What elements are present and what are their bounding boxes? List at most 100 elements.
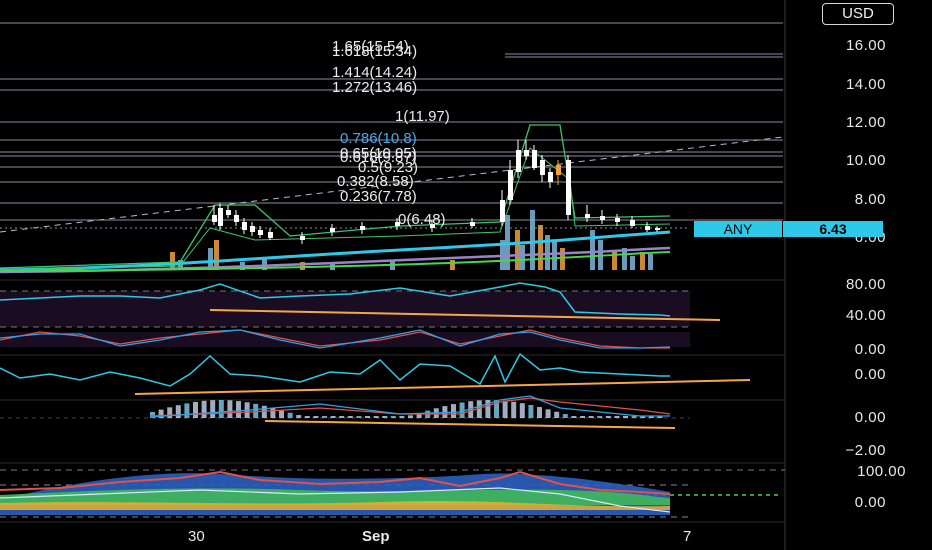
macd-hist-bar: [210, 400, 216, 418]
macd-hist-bar: [193, 401, 198, 418]
macd-hist-bar: [373, 416, 379, 418]
rsi-tick: 80.00: [845, 276, 886, 293]
macd-hist-bar: [313, 416, 319, 418]
macd-hist-bar: [605, 416, 611, 418]
macd-hist-bar: [167, 407, 173, 418]
candle-body: [234, 215, 239, 222]
macd-hist-bar: [631, 416, 637, 418]
momentum-line: [0, 352, 670, 387]
candle-body: [524, 150, 529, 156]
osc-tick: 0.00: [854, 494, 886, 511]
candle-body: [532, 150, 537, 168]
volume-bar: [552, 242, 557, 270]
candle-body: [330, 228, 335, 232]
macd-hist-bar: [175, 405, 181, 418]
volume-bar: [590, 230, 595, 270]
divergence-line: [264, 420, 676, 429]
macd-hist-bar: [201, 400, 207, 418]
candle-body: [508, 170, 513, 200]
candle-body: [300, 236, 305, 240]
volume-bar: [538, 225, 543, 270]
macd-hist-bar: [184, 403, 190, 418]
price-tick: 14.00: [845, 76, 886, 93]
candle-body: [500, 200, 505, 222]
candle-body: [655, 228, 660, 230]
stoch-tick: 0.00: [854, 341, 886, 358]
candle-body: [540, 160, 545, 175]
candle-body: [600, 216, 605, 220]
candle-body: [566, 160, 571, 215]
candle-body: [470, 222, 475, 226]
time-tick: 30: [188, 528, 205, 545]
macd-hist-bar: [218, 400, 224, 418]
candle-body: [360, 226, 365, 230]
volume-bar: [530, 210, 535, 270]
time-tick: Sep: [362, 528, 390, 545]
macd-hist-bar: [537, 407, 542, 418]
candle-body: [645, 226, 650, 230]
chart-window: USD 16.00 14.00 12.00 10.00 8.00 6.00 AN…: [0, 0, 932, 550]
volume-bar: [630, 256, 635, 270]
macd-hist-bar: [614, 416, 620, 418]
candle-body: [585, 214, 590, 218]
macd-hist-bar: [296, 415, 302, 418]
macd-hist-bar: [554, 411, 560, 418]
candle-body: [615, 218, 620, 222]
volume-bar: [640, 252, 645, 270]
macd-hist-bar: [382, 416, 388, 418]
volume-bar: [450, 260, 455, 270]
macd-hist-bar: [356, 416, 362, 418]
macd-hist-bar: [597, 416, 603, 418]
macd-hist-bar: [287, 412, 293, 418]
macd-hist-bar: [304, 416, 310, 418]
price-tick: 10.00: [845, 152, 886, 169]
price-tick: 16.00: [845, 37, 886, 54]
macd-hist-bar: [588, 416, 594, 418]
fib-label: 0(6.48): [398, 211, 446, 228]
macd-hist-bar: [399, 416, 405, 418]
price-tick: 8.00: [854, 191, 886, 208]
volume-bar: [520, 245, 525, 270]
candle-body: [218, 208, 223, 226]
macd-hist-bar: [519, 403, 525, 418]
macd-hist-bar: [580, 416, 585, 418]
macd-hist-bar: [279, 410, 284, 418]
volume-bar: [560, 248, 565, 270]
macd-hist-bar: [270, 407, 276, 418]
volume-bar: [170, 252, 175, 270]
macd-hist-bar: [227, 400, 233, 418]
divergence-line: [134, 379, 751, 395]
candle-body: [556, 165, 561, 175]
candle-body: [516, 150, 521, 172]
macd-hist-bar: [562, 414, 568, 418]
candle-body: [212, 215, 217, 222]
currency-button[interactable]: USD: [822, 3, 894, 25]
rsi-tick: 40.00: [845, 307, 886, 324]
macd-hist-bar: [528, 404, 534, 418]
candle-body: [268, 232, 273, 238]
volume-bar: [515, 230, 520, 270]
time-tick: 7: [683, 528, 692, 545]
macd-hist-bar: [571, 416, 577, 418]
candle-body: [630, 220, 635, 226]
candle-body: [242, 222, 247, 230]
candle-body: [258, 230, 263, 235]
macd-hist-bar: [236, 401, 241, 418]
macd-tick: 0.00: [854, 409, 886, 426]
volume-bar: [648, 254, 653, 270]
macd-hist-bar: [330, 416, 336, 418]
macd-hist-bar: [451, 404, 456, 418]
macd-hist-bar: [502, 400, 508, 418]
osc-tick: 100.00: [857, 463, 906, 480]
momentum-tick: 0.00: [854, 366, 886, 383]
macd-hist-bar: [408, 415, 413, 418]
fib-label: 0.236(7.78): [340, 188, 417, 205]
macd-hist-bar: [365, 416, 370, 418]
macd-hist-bar: [339, 416, 345, 418]
fib-label: 1.618(15.34): [332, 43, 418, 60]
macd-hist-bar: [347, 416, 353, 418]
macd-hist-bar: [322, 416, 327, 418]
current-price-tag: 6.43: [783, 221, 883, 237]
candle-body: [548, 172, 553, 182]
symbol-name-tag: ANY: [694, 221, 782, 237]
